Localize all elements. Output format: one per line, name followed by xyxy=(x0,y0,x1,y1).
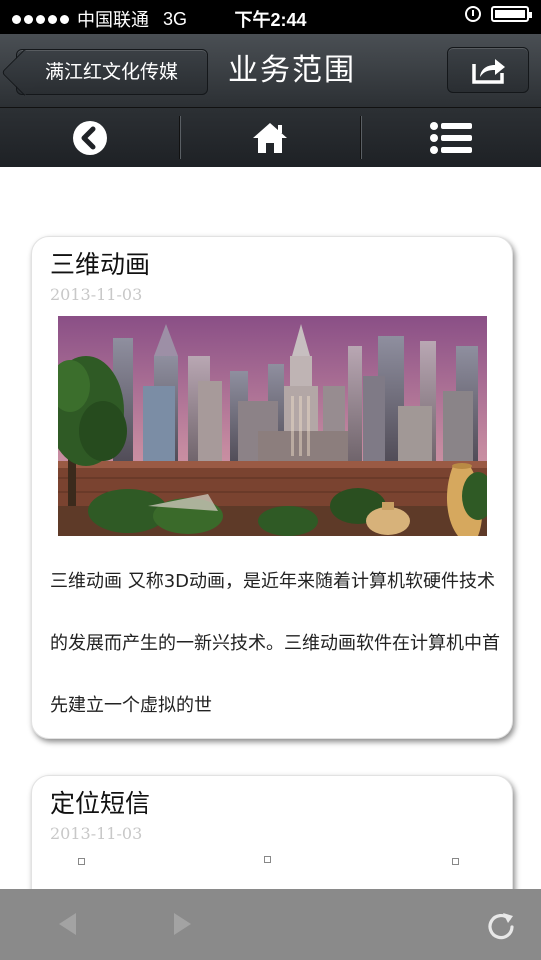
browser-toolbar xyxy=(0,889,541,960)
article-summary: 三维动画 又称3D动画，是近年来随着计算机软硬件技术的发展而产生的一新兴技术。三… xyxy=(50,571,500,716)
circle-back-icon xyxy=(73,120,108,155)
article-image xyxy=(58,316,487,536)
article-date: 2013-11-03 xyxy=(50,824,143,843)
page-title: 业务范围 xyxy=(228,53,356,88)
browser-forward-icon[interactable] xyxy=(172,911,194,937)
image-placeholder-icon xyxy=(452,858,459,865)
article-date: 2013-11-03 xyxy=(50,285,143,304)
title-bar: 满江红文化传媒 业务范围 xyxy=(0,34,541,108)
article-list: 三维动画 2013-11-03 三维动画 又称3D动画，是近年来随着计算机软硬件… xyxy=(0,167,541,889)
article-title: 定位短信 xyxy=(50,789,151,818)
article-title: 三维动画 xyxy=(50,250,151,279)
browser-back-icon[interactable] xyxy=(56,911,78,937)
back-button-label: 满江红文化传媒 xyxy=(45,61,179,83)
article-card[interactable]: 三维动画 2013-11-03 三维动画 又称3D动画，是近年来随着计算机软硬件… xyxy=(31,236,513,739)
image-placeholder-icon xyxy=(78,858,85,865)
back-button[interactable]: 满江红文化传媒 xyxy=(16,49,208,95)
nav-toolbar xyxy=(0,108,541,167)
battery-icon xyxy=(491,6,532,22)
article-card[interactable]: 定位短信 2013-11-03 xyxy=(31,775,513,889)
toolbar-menu-button[interactable] xyxy=(360,108,541,167)
share-icon xyxy=(472,59,505,84)
image-placeholder-icon xyxy=(264,856,271,863)
status-time: 下午2:44 xyxy=(234,10,307,30)
status-bar: 中国联通 3G 下午2:44 xyxy=(0,0,541,34)
list-menu-icon xyxy=(429,121,472,154)
toolbar-back-button[interactable] xyxy=(0,108,180,167)
share-button[interactable] xyxy=(447,47,529,93)
reload-icon[interactable] xyxy=(487,910,515,940)
home-icon xyxy=(253,122,288,153)
alarm-clock-icon xyxy=(465,6,481,22)
toolbar-home-button[interactable] xyxy=(180,108,360,167)
